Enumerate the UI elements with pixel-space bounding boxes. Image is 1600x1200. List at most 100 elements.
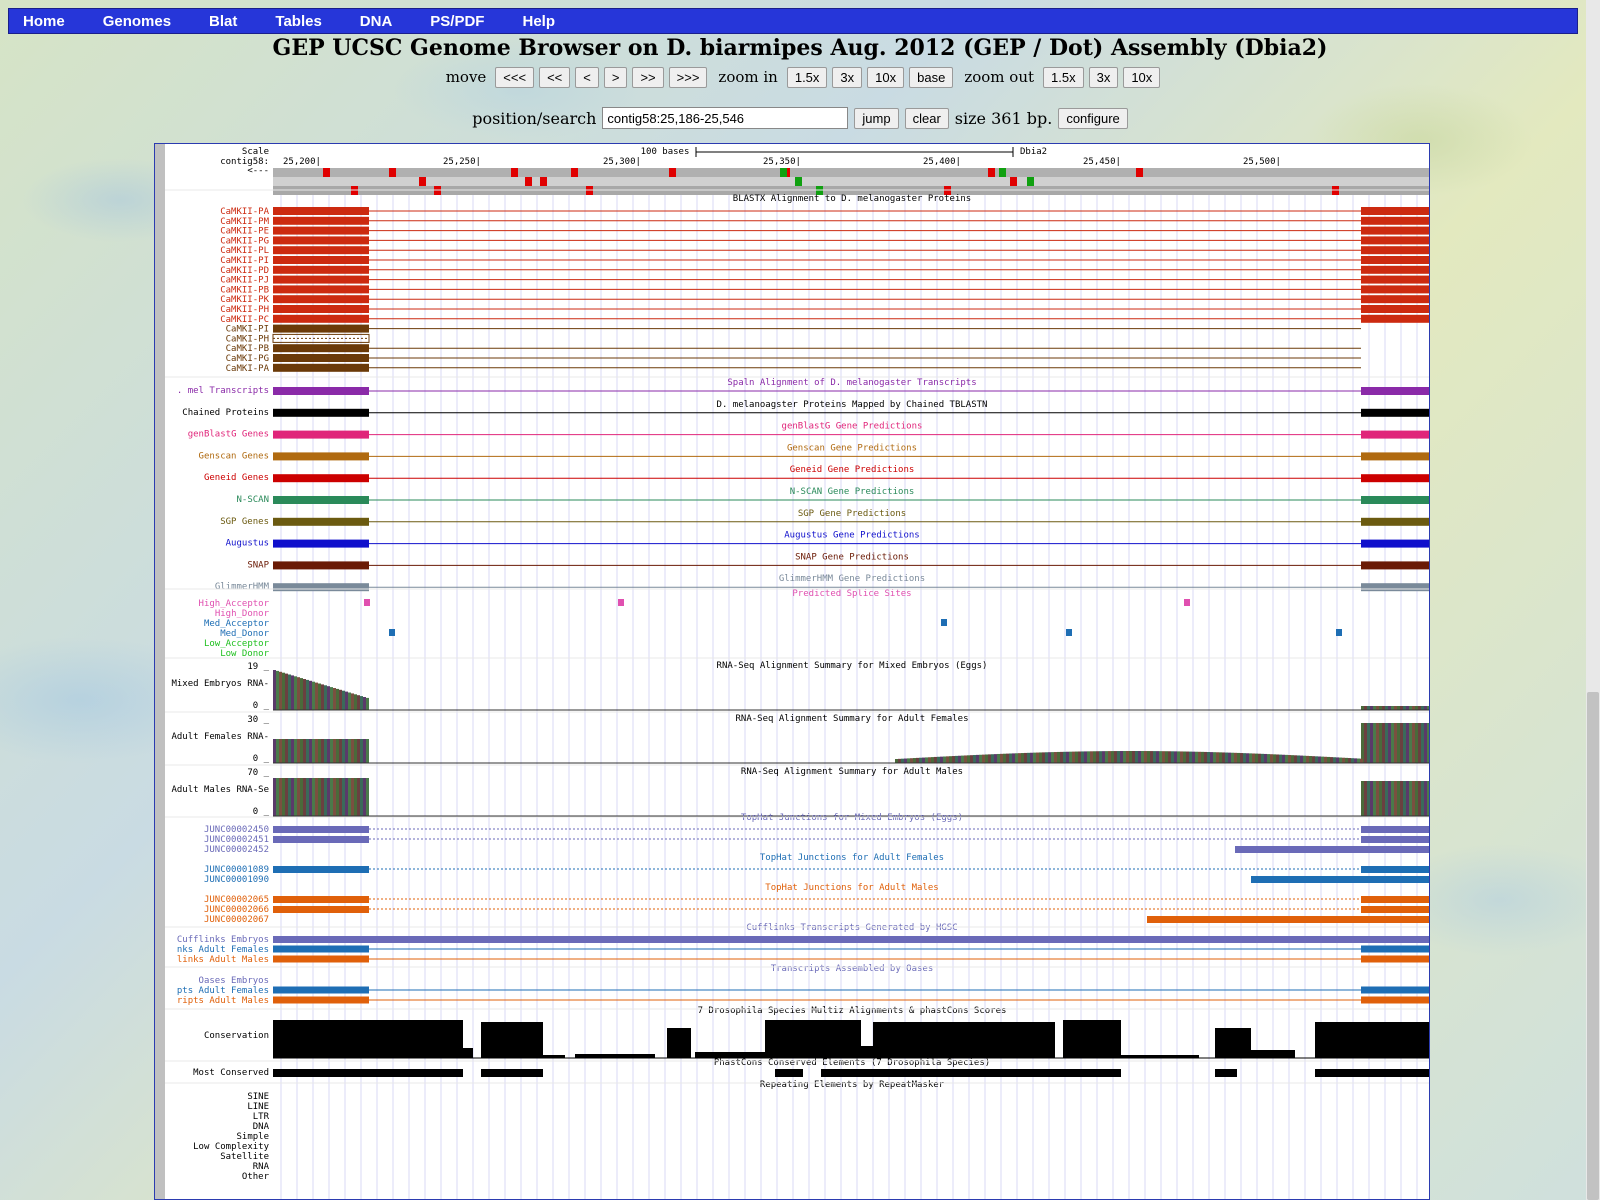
gene-exon-block[interactable] [273, 256, 369, 264]
junction-block[interactable] [1251, 876, 1430, 883]
gene-exon-block[interactable] [1361, 295, 1430, 304]
gene-exon-block[interactable] [1361, 955, 1430, 963]
gene-exon-block[interactable] [1361, 430, 1430, 439]
junction-block[interactable] [1361, 906, 1430, 913]
gene-exon-block[interactable] [273, 945, 369, 953]
conserved-element[interactable] [481, 1069, 543, 1077]
gene-exon-block[interactable] [273, 354, 369, 362]
gene-exon-block[interactable] [273, 265, 369, 274]
gene-exon-block[interactable] [273, 561, 369, 570]
gene-exon-block[interactable] [273, 324, 369, 333]
menu-ps-pdf[interactable]: PS/PDF [416, 13, 484, 30]
zoom-base-button[interactable]: base [909, 66, 954, 88]
gene-exon-block[interactable] [1361, 265, 1430, 274]
menu-dna[interactable]: DNA [346, 13, 393, 30]
gene-exon-block[interactable] [273, 996, 369, 1004]
junction-block[interactable] [1235, 846, 1430, 853]
gene-exon-block[interactable] [273, 236, 369, 245]
gene-exon-block[interactable] [273, 207, 369, 215]
gene-exon-block[interactable] [273, 314, 369, 323]
conserved-element[interactable] [1215, 1069, 1237, 1077]
move-left-medium-button[interactable]: << [539, 66, 571, 88]
track-control-panel[interactable] [155, 144, 165, 1200]
jump-button[interactable]: jump [854, 107, 899, 129]
gene-exon-block[interactable] [1361, 216, 1430, 225]
gene-exon-block[interactable] [1361, 207, 1430, 215]
splice-site-mark[interactable] [941, 619, 947, 626]
gene-exon-block[interactable] [1361, 539, 1430, 548]
gene-exon-block[interactable] [1361, 305, 1430, 313]
gene-exon-block[interactable] [1361, 387, 1430, 395]
splice-site-mark[interactable] [1066, 629, 1072, 636]
splice-site-mark[interactable] [364, 599, 370, 606]
splice-site-mark[interactable] [1336, 629, 1342, 636]
gene-exon-block[interactable] [273, 986, 369, 994]
gene-exon-block[interactable] [1361, 408, 1430, 417]
move-far-left-button[interactable]: <<< [495, 66, 535, 88]
clear-button[interactable]: clear [904, 107, 949, 129]
gene-exon-block[interactable] [1361, 256, 1430, 264]
junction-block[interactable] [273, 826, 369, 833]
move-far-right-button[interactable]: >>> [668, 66, 708, 88]
gene-exon-block[interactable] [273, 246, 369, 255]
genome-browser-image[interactable]: Scale contig58: <--- 100 bases Dbia2 25,200| 2… [154, 143, 1430, 1200]
gene-exon-block[interactable] [273, 344, 369, 353]
gene-exon-block[interactable] [1361, 986, 1430, 994]
gene-exon-block[interactable] [1361, 996, 1430, 1004]
gene-exon-block[interactable] [1361, 226, 1430, 235]
gene-exon-block[interactable] [273, 474, 369, 483]
configure-button[interactable]: configure [1058, 107, 1128, 129]
gene-exon-block[interactable] [273, 295, 369, 304]
conserved-element[interactable] [273, 1069, 463, 1077]
gene-exon-block[interactable] [273, 305, 369, 313]
junction-block[interactable] [273, 896, 369, 903]
gene-exon-block[interactable] [273, 583, 369, 592]
gene-exon-block[interactable] [273, 408, 369, 417]
cufflinks-block[interactable] [273, 936, 1430, 943]
gene-exon-block[interactable] [273, 452, 369, 461]
tracks-canvas[interactable]: Scalecontig58:<---100 bases Dbia225,200| 2… [155, 144, 1430, 1200]
conserved-element[interactable] [821, 1069, 1121, 1077]
zoom-out-1-5x-button[interactable]: 1.5x [1043, 66, 1084, 88]
gene-exon-block[interactable] [1361, 517, 1430, 526]
junction-block[interactable] [273, 836, 369, 843]
conserved-element[interactable] [1315, 1069, 1430, 1077]
gene-exon-block[interactable] [1361, 314, 1430, 323]
move-left-button[interactable]: < [575, 66, 599, 88]
menu-home[interactable]: Home [9, 13, 65, 30]
gene-exon-block[interactable] [273, 955, 369, 963]
gene-exon-block[interactable] [273, 430, 369, 439]
junction-block[interactable] [273, 866, 369, 873]
gene-exon-block[interactable] [1361, 236, 1430, 245]
gene-exon-block[interactable] [1361, 285, 1430, 294]
splice-site-mark[interactable] [618, 599, 624, 606]
gene-exon-block[interactable] [273, 285, 369, 294]
zoom-in-3x-button[interactable]: 3x [832, 66, 863, 88]
splice-site-mark[interactable] [1184, 599, 1190, 606]
page-scrollbar[interactable] [1586, 0, 1600, 1200]
menu-blat[interactable]: Blat [195, 13, 237, 30]
zoom-in-10x-button[interactable]: 10x [867, 66, 905, 88]
conserved-element[interactable] [775, 1069, 803, 1077]
menu-help[interactable]: Help [508, 13, 555, 30]
gene-exon-block[interactable] [273, 275, 369, 284]
gene-exon-block[interactable] [273, 226, 369, 235]
junction-block[interactable] [273, 906, 369, 913]
gene-exon-block[interactable] [1361, 496, 1430, 504]
zoom-in-1-5x-button[interactable]: 1.5x [786, 66, 828, 88]
menu-tables[interactable]: Tables [261, 13, 321, 30]
move-right-button[interactable]: > [603, 66, 628, 88]
gene-exon-block[interactable] [273, 216, 369, 225]
splice-site-mark[interactable] [389, 629, 395, 636]
junction-block[interactable] [1147, 916, 1430, 923]
zoom-out-10x-button[interactable]: 10x [1123, 66, 1161, 88]
scrollbar-thumb[interactable] [1587, 692, 1599, 1200]
gene-exon-block[interactable] [1361, 583, 1430, 592]
gene-exon-block[interactable] [1361, 474, 1430, 483]
gene-exon-block[interactable] [273, 363, 369, 372]
junction-block[interactable] [1361, 826, 1430, 833]
gene-exon-block[interactable] [1361, 275, 1430, 284]
gene-exon-block[interactable] [273, 387, 369, 395]
move-right-medium-button[interactable]: >> [632, 66, 664, 88]
gene-exon-block[interactable] [1361, 945, 1430, 953]
